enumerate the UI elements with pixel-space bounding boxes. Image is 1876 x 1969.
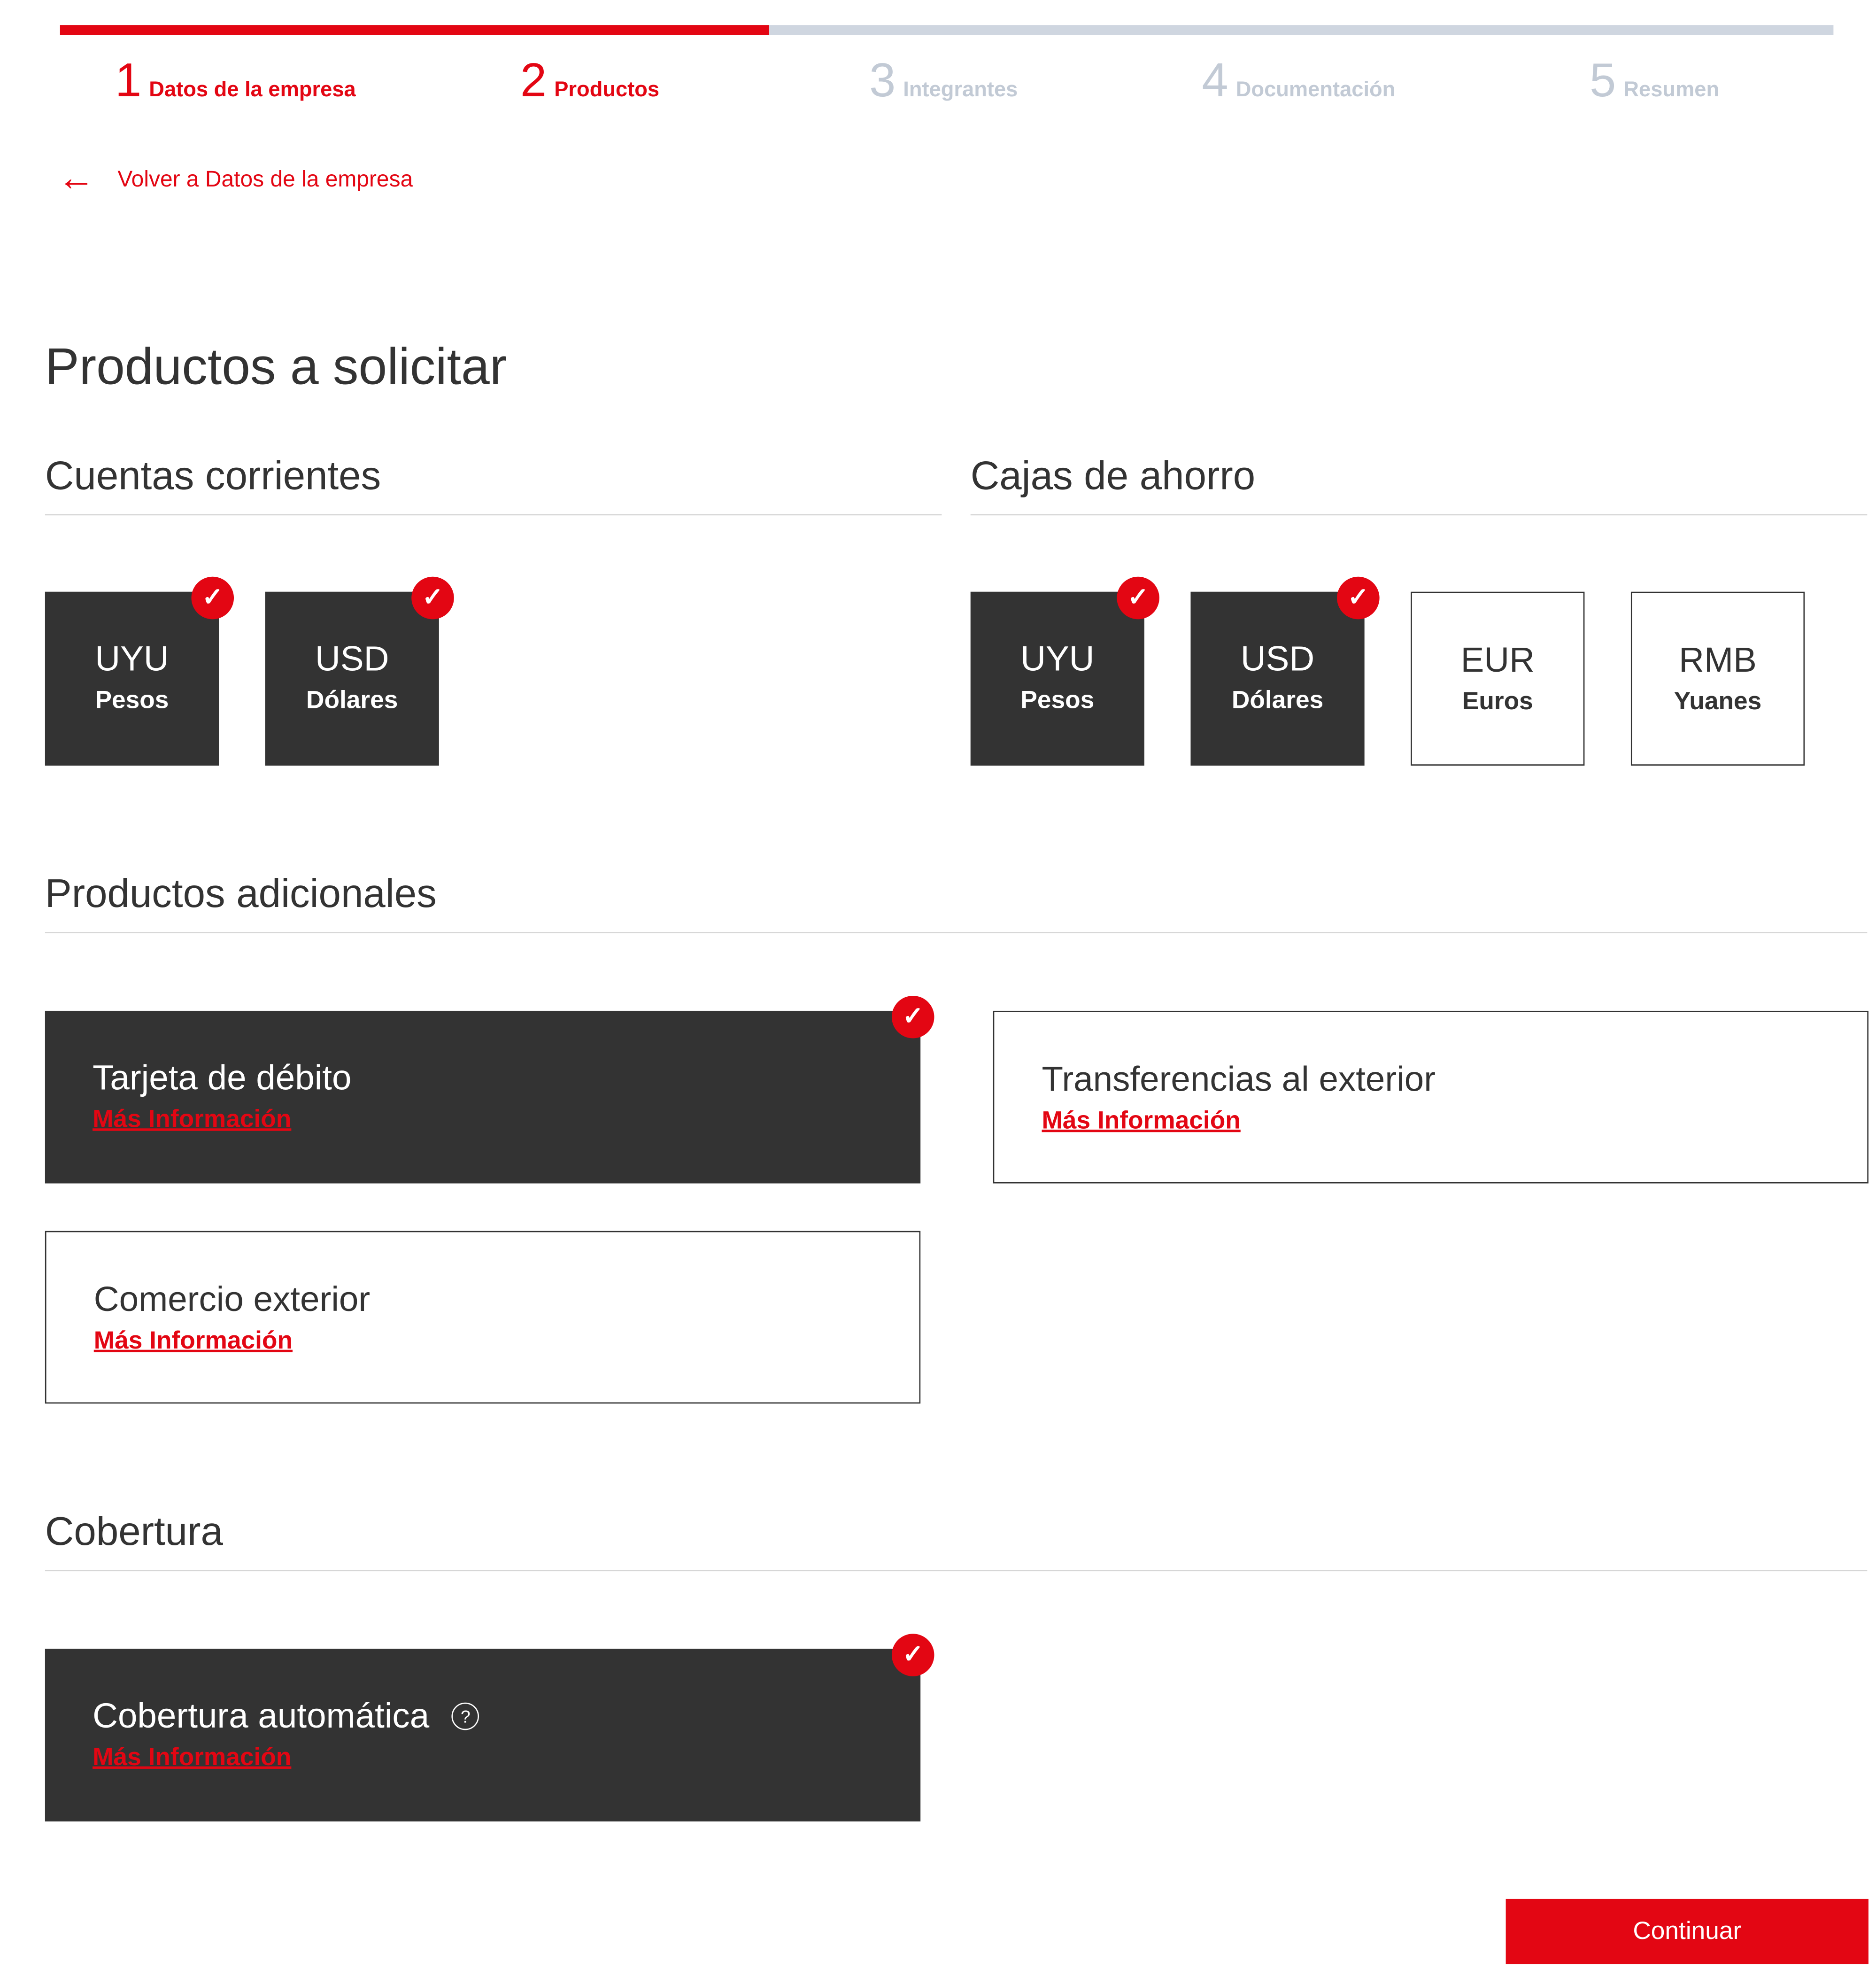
step-number: 5 — [1590, 55, 1616, 108]
back-link[interactable]: ← Volver a Datos de la empresa — [58, 160, 413, 198]
step-number: 3 — [869, 55, 896, 108]
step-documentacion: 4 Documentación — [1202, 55, 1395, 108]
step-label: Integrantes — [903, 78, 1018, 101]
step-productos[interactable]: 2 Productos — [520, 55, 659, 108]
progress-bar — [60, 25, 1834, 35]
section-divider — [970, 514, 1868, 516]
section-divider — [45, 1570, 1868, 1572]
tile-cc-uyu[interactable]: UYU Pesos — [45, 591, 219, 766]
card-title: Comercio exterior — [93, 1279, 371, 1319]
mas-informacion-link[interactable]: Más Información — [93, 1106, 291, 1134]
tile-name: Dólares — [1231, 687, 1324, 714]
step-resumen: 5 Resumen — [1590, 55, 1719, 108]
progress-bar-fill — [60, 25, 769, 35]
step-number: 2 — [520, 55, 547, 108]
tile-ca-rmb[interactable]: RMB Yuanes — [1630, 591, 1805, 766]
check-icon: ✓ — [891, 1634, 934, 1676]
section-title-cuentas-corrientes: Cuentas corrientes — [45, 453, 381, 498]
step-label: Datos de la empresa — [149, 78, 356, 101]
tile-cc-usd[interactable]: USD Dólares — [265, 591, 439, 766]
tile-ca-eur[interactable]: EUR Euros — [1411, 591, 1585, 766]
card-title: Cobertura automática — [93, 1696, 430, 1735]
tile-name: Euros — [1462, 688, 1533, 716]
check-icon: ✓ — [1117, 576, 1159, 620]
card-title: Tarjeta de débito — [93, 1058, 352, 1097]
tile-name: Pesos — [95, 687, 169, 714]
help-circle-icon[interactable]: ? — [452, 1702, 479, 1730]
check-icon: ✓ — [191, 576, 234, 620]
card-transferencias-exterior[interactable]: Transferencias al exterior Más Informaci… — [993, 1010, 1868, 1184]
tile-ca-uyu[interactable]: UYU Pesos — [970, 591, 1144, 766]
section-divider — [45, 514, 942, 516]
card-cobertura-automatica[interactable]: Cobertura automática? Más Información — [45, 1649, 921, 1822]
section-divider — [45, 932, 1868, 933]
card-comercio-exterior[interactable]: Comercio exterior Más Información — [45, 1231, 921, 1404]
step-number: 1 — [115, 55, 142, 108]
tile-name: Pesos — [1020, 687, 1095, 714]
mas-informacion-link[interactable]: Más Información — [1042, 1107, 1241, 1136]
step-integrantes: 3 Integrantes — [869, 55, 1018, 108]
step-label: Productos — [554, 78, 660, 101]
card-title: Transferencias al exterior — [1042, 1059, 1436, 1099]
tile-code: RMB — [1679, 640, 1757, 680]
step-label: Resumen — [1623, 78, 1720, 101]
tile-name: Dólares — [306, 687, 398, 714]
card-title-wrap: Cobertura automática? — [93, 1696, 479, 1736]
back-link-label: Volver a Datos de la empresa — [117, 165, 413, 191]
tile-code: USD — [1240, 639, 1315, 678]
check-icon: ✓ — [891, 995, 934, 1039]
section-title-cobertura: Cobertura — [45, 1508, 223, 1554]
card-tarjeta-debito[interactable]: Tarjeta de débito Más Información — [45, 1010, 921, 1184]
step-label: Documentación — [1235, 78, 1396, 101]
tile-code: UYU — [95, 639, 169, 678]
continue-button[interactable]: Continuar — [1505, 1899, 1868, 1964]
arrow-left-icon: ← — [57, 157, 95, 199]
mas-informacion-link[interactable]: Más Información — [93, 1744, 291, 1773]
tile-code: EUR — [1460, 640, 1535, 680]
tile-name: Yuanes — [1674, 688, 1762, 716]
section-title-cajas-de-ahorro: Cajas de ahorro — [970, 453, 1256, 498]
tile-code: USD — [315, 639, 389, 678]
tile-ca-usd[interactable]: USD Dólares — [1190, 591, 1365, 766]
step-datos-empresa[interactable]: 1 Datos de la empresa — [115, 55, 356, 108]
section-title-productos-adicionales: Productos adicionales — [45, 870, 437, 916]
page-title: Productos a solicitar — [45, 338, 507, 395]
step-number: 4 — [1202, 55, 1228, 108]
check-icon: ✓ — [411, 576, 454, 620]
tile-code: UYU — [1020, 639, 1095, 678]
check-icon: ✓ — [1337, 576, 1380, 620]
mas-informacion-link[interactable]: Más Información — [94, 1327, 293, 1356]
